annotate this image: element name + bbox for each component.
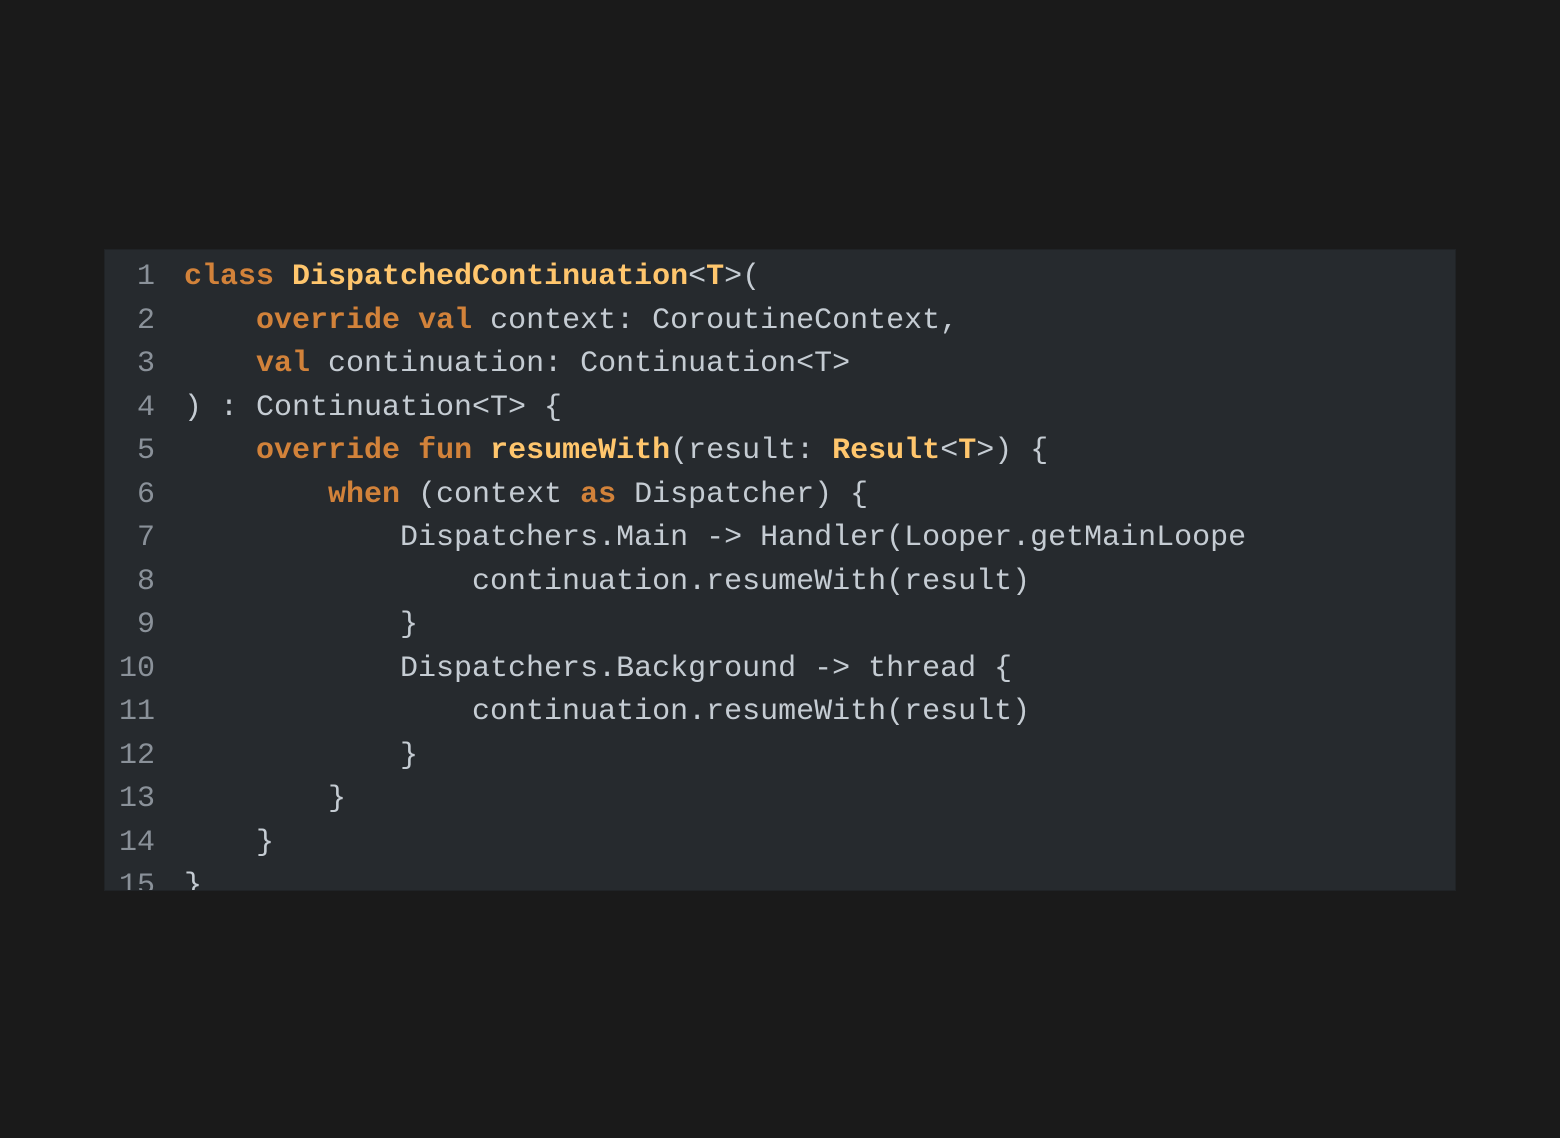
code-line: 13 } [105, 778, 1246, 822]
line-number: 7 [136, 521, 155, 555]
line-number: 11 [118, 695, 155, 729]
code-token: } [184, 738, 419, 773]
code-token: continuation.resumeWith(result) [184, 564, 1031, 599]
line-number: 15 [118, 869, 155, 890]
code-text: when (context as Dispatcher) { [184, 474, 868, 518]
code-text: class DispatchedContinuation<T>( [184, 256, 760, 300]
code-text: val continuation: Continuation<T> [184, 343, 850, 387]
code-token: context: CoroutineContext, [472, 303, 959, 338]
page: 1 class DispatchedContinuation<T>(2 overr… [0, 0, 1560, 1138]
code-token: } [184, 869, 203, 890]
code-lines: 1 class DispatchedContinuation<T>(2 overr… [105, 256, 1246, 890]
code-type: DispatchedContinuation [292, 260, 689, 294]
code-token: } [184, 782, 347, 816]
code-token: continuation.resumeWith(result) [184, 695, 1031, 729]
code-token: continuation: Continuation<T> [310, 347, 851, 381]
code-keyword: override [256, 303, 401, 338]
code-keyword: as [580, 477, 617, 512]
code-text: override fun resumeWith(result: Result<T… [184, 430, 1048, 474]
line-number: 13 [118, 782, 155, 816]
code-token: ) : Continuation<T> { [184, 390, 563, 425]
line-number: 2 [136, 303, 155, 338]
code-text: } [184, 778, 346, 822]
code-line: 15} [105, 865, 1246, 890]
code-keyword: class [184, 260, 275, 294]
code-keyword: override [256, 434, 401, 468]
code-token: Dispatchers.Background -> thread { [184, 651, 1013, 686]
code-text: Dispatchers.Background -> thread { [184, 648, 1012, 692]
line-number: 3 [136, 347, 155, 381]
code-text: override val context: CoroutineContext, [184, 300, 958, 344]
code-text: continuation.resumeWith(result) [184, 561, 1030, 605]
code-token: Dispatchers.Main -> Handler(Looper.getMa… [184, 521, 1247, 555]
code-text: Dispatchers.Main -> Handler(Looper.getMa… [184, 517, 1246, 561]
code-keyword: when [328, 477, 401, 512]
code-type: Result [832, 434, 941, 468]
code-text: } [184, 865, 202, 890]
code-line: 2 override val context: CoroutineContext… [105, 300, 1246, 344]
code-keyword: fun [418, 434, 473, 468]
code-line: 5 override fun resumeWith(result: Result… [105, 430, 1246, 474]
code-token: < [688, 260, 707, 294]
code-token: Dispatcher) { [616, 477, 869, 512]
code-keyword: val [418, 303, 473, 338]
line-number: 4 [136, 390, 155, 425]
code-line: 6 when (context as Dispatcher) { [105, 474, 1246, 518]
code-line: 11 continuation.resumeWith(result) [105, 691, 1246, 735]
code-token: < [940, 434, 959, 468]
code-line: 12 } [105, 735, 1246, 779]
line-number: 9 [136, 608, 155, 642]
line-number: 1 [136, 260, 155, 294]
line-number: 14 [118, 825, 155, 860]
code-line: 7 Dispatchers.Main -> Handler(Looper.get… [105, 517, 1246, 561]
code-type: T [706, 260, 725, 294]
code-text: continuation.resumeWith(result) [184, 691, 1030, 735]
code-token: >( [724, 260, 761, 294]
code-token: (context [400, 477, 581, 512]
code-line: 14 } [105, 822, 1246, 866]
code-line: 9 } [105, 604, 1246, 648]
line-number: 6 [136, 477, 155, 512]
code-line: 8 continuation.resumeWith(result) [105, 561, 1246, 605]
code-token: } [184, 825, 275, 860]
code-type: resumeWith [490, 434, 671, 468]
line-number: 5 [136, 434, 155, 468]
line-number: 10 [118, 651, 155, 686]
line-number: 8 [136, 564, 155, 599]
code-text: ) : Continuation<T> { [184, 387, 562, 431]
code-text: } [184, 604, 418, 648]
code-token: >) { [976, 434, 1049, 468]
code-line: 1 class DispatchedContinuation<T>( [105, 256, 1246, 300]
code-token: (result: [670, 434, 833, 468]
code-editor[interactable]: 1 class DispatchedContinuation<T>(2 overr… [105, 250, 1455, 890]
code-keyword: val [256, 347, 311, 381]
code-line: 10 Dispatchers.Background -> thread { [105, 648, 1246, 692]
code-line: 3 val continuation: Continuation<T> [105, 343, 1246, 387]
code-type: T [958, 434, 977, 468]
line-number: 12 [118, 738, 155, 773]
code-line: 4 ) : Continuation<T> { [105, 387, 1246, 431]
code-token: } [184, 608, 419, 642]
code-text: } [184, 735, 418, 779]
code-text: } [184, 822, 274, 866]
